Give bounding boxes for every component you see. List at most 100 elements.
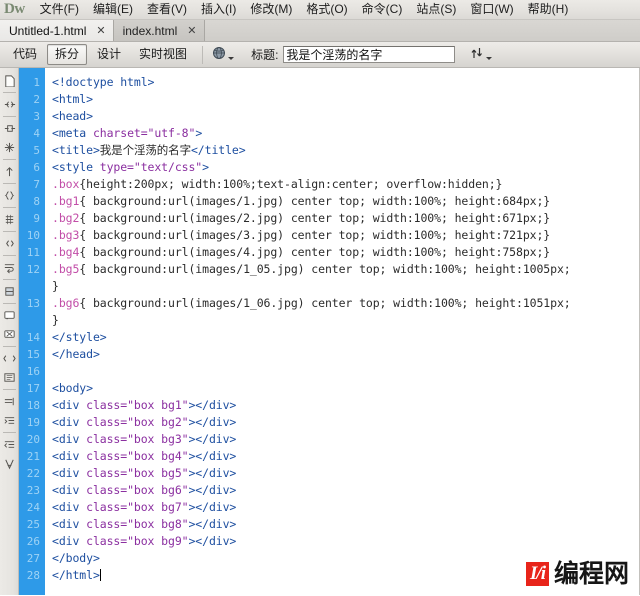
line-number: 28 bbox=[26, 569, 40, 582]
code-line[interactable]: <div class="box bg1"></div> bbox=[45, 397, 639, 414]
code-line[interactable] bbox=[45, 363, 639, 380]
code-token: .bg3 bbox=[52, 228, 80, 242]
code-line[interactable]: <div class="box bg3"></div> bbox=[45, 431, 639, 448]
code-line[interactable]: <head> bbox=[45, 108, 639, 125]
code-line[interactable]: .bg4{ background:url(images/4.jpg) cente… bbox=[45, 244, 639, 261]
code-token: class="box bg8" bbox=[86, 517, 189, 531]
menu-commands[interactable]: 命令(C) bbox=[355, 0, 410, 19]
code-line[interactable]: .bg1{ background:url(images/1.jpg) cente… bbox=[45, 193, 639, 210]
chevron-down-icon bbox=[486, 57, 493, 60]
menu-file[interactable]: 文件(F) bbox=[33, 0, 86, 19]
text-cursor bbox=[99, 569, 101, 581]
code-line[interactable]: .bg5{ background:url(images/1_05.jpg) ce… bbox=[45, 261, 639, 278]
highlight-invalid-code-icon[interactable] bbox=[1, 234, 18, 253]
code-token: .bg6 bbox=[52, 296, 80, 310]
expand-all-icon[interactable] bbox=[1, 138, 18, 157]
code-token: <div bbox=[52, 483, 87, 497]
code-token: <div bbox=[52, 432, 87, 446]
document-toolbar: 代码 拆分 设计 实时视图 标题: bbox=[0, 42, 640, 68]
menu-insert[interactable]: 插入(I) bbox=[194, 0, 243, 19]
line-number: 2 bbox=[33, 93, 40, 106]
code-token: > bbox=[195, 126, 203, 140]
code-line[interactable]: <meta charset="utf-8"> bbox=[45, 125, 639, 142]
code-line[interactable]: <!doctype html> bbox=[45, 74, 639, 91]
view-mode-button[interactable]: 代码 bbox=[5, 44, 45, 65]
open-documents-icon[interactable] bbox=[1, 71, 18, 90]
code-token: <head> bbox=[52, 109, 93, 123]
code-token: class="box bg7" bbox=[86, 500, 189, 514]
code-token: <meta bbox=[52, 126, 93, 140]
code-line[interactable]: } bbox=[45, 312, 639, 329]
menu-window[interactable]: 窗口(W) bbox=[463, 0, 520, 19]
line-number: 8 bbox=[33, 195, 40, 208]
line-number: 6 bbox=[33, 161, 40, 174]
line-number bbox=[19, 312, 44, 329]
code-line[interactable]: <div class="box bg5"></div> bbox=[45, 465, 639, 482]
close-icon[interactable]: ✕ bbox=[187, 25, 196, 36]
code-token: ></div> bbox=[188, 534, 237, 548]
rail-separator bbox=[2, 255, 16, 256]
up-down-arrows-icon bbox=[470, 46, 484, 63]
menu-edit[interactable]: 编辑(E) bbox=[86, 0, 140, 19]
code-line[interactable]: <body> bbox=[45, 380, 639, 397]
code-line[interactable]: } bbox=[45, 278, 639, 295]
view-mode-button[interactable]: 实时视图 bbox=[131, 44, 195, 65]
line-number-gutter[interactable]: 1 2 3 4 5 6 7 8 9 10 11 12 13 14 15 16 17 18 19 20 21 22 23 2… bbox=[19, 68, 45, 595]
document-tab[interactable]: index.html ✕ bbox=[113, 20, 205, 41]
code-line[interactable]: <div class="box bg6"></div> bbox=[45, 482, 639, 499]
code-token: { background:url(images/4.jpg) center to… bbox=[79, 245, 551, 259]
rail-separator bbox=[2, 116, 16, 117]
code-line[interactable]: <div class="box bg4"></div> bbox=[45, 448, 639, 465]
document-tab[interactable]: Untitled-1.html ✕ bbox=[0, 20, 114, 41]
select-parent-tag-icon[interactable] bbox=[1, 162, 18, 181]
code-token: class="box bg4" bbox=[86, 449, 189, 463]
code-line[interactable]: <div class="box bg8"></div> bbox=[45, 516, 639, 533]
balance-braces-icon[interactable] bbox=[1, 186, 18, 205]
menu-view[interactable]: 查看(V) bbox=[140, 0, 194, 19]
wrap-tag-icon[interactable] bbox=[1, 349, 18, 368]
code-token: { background:url(images/3.jpg) center to… bbox=[79, 228, 551, 242]
rail-separator bbox=[2, 92, 16, 93]
outdent-code-icon[interactable] bbox=[1, 435, 18, 454]
code-line[interactable]: .box{height:200px; width:100%;text-align… bbox=[45, 176, 639, 193]
code-line[interactable]: <title>我是个淫荡的名字</title> bbox=[45, 142, 639, 159]
view-mode-button[interactable]: 设计 bbox=[89, 44, 129, 65]
menu-format[interactable]: 格式(O) bbox=[299, 0, 354, 19]
code-line[interactable]: .bg6{ background:url(images/1_06.jpg) ce… bbox=[45, 295, 639, 312]
code-view[interactable]: I/i 编程网 <!doctype html> <html> <head> <meta… bbox=[45, 68, 640, 595]
code-line[interactable]: <div class="box bg2"></div> bbox=[45, 414, 639, 431]
preview-in-browser-button[interactable] bbox=[209, 45, 237, 64]
chevron-down-icon bbox=[228, 57, 235, 60]
remove-comment-icon[interactable] bbox=[1, 325, 18, 344]
indent-code-icon[interactable] bbox=[1, 411, 18, 430]
syntax-color-icon[interactable] bbox=[1, 282, 18, 301]
collapse-selection-icon[interactable] bbox=[1, 119, 18, 138]
menu-modify[interactable]: 修改(M) bbox=[243, 0, 299, 19]
code-line[interactable]: .bg3{ background:url(images/3.jpg) cente… bbox=[45, 227, 639, 244]
file-management-button[interactable] bbox=[467, 45, 495, 64]
page-title-input[interactable] bbox=[283, 46, 456, 63]
move-or-convert-css-icon[interactable] bbox=[1, 392, 18, 411]
code-line[interactable]: <div class="box bg9"></div> bbox=[45, 533, 639, 550]
collapse-full-tag-icon[interactable] bbox=[1, 95, 18, 114]
word-wrap-icon[interactable] bbox=[1, 258, 18, 277]
recent-snippets-icon[interactable] bbox=[1, 368, 18, 387]
code-token: <div bbox=[52, 398, 87, 412]
code-token: { background:url(images/2.jpg) center to… bbox=[79, 211, 551, 225]
line-numbers-icon[interactable] bbox=[1, 210, 18, 229]
code-line[interactable]: <html> bbox=[45, 91, 639, 108]
format-source-code-icon[interactable] bbox=[1, 454, 18, 473]
code-token: .bg5 bbox=[52, 262, 80, 276]
apply-comment-icon[interactable] bbox=[1, 306, 18, 325]
code-line[interactable]: <style type="text/css"> bbox=[45, 159, 639, 176]
code-token: } bbox=[52, 279, 59, 293]
menu-help[interactable]: 帮助(H) bbox=[521, 0, 576, 19]
menu-site[interactable]: 站点(S) bbox=[409, 0, 463, 19]
code-line[interactable]: .bg2{ background:url(images/2.jpg) cente… bbox=[45, 210, 639, 227]
view-mode-button[interactable]: 拆分 bbox=[47, 44, 88, 65]
code-token: <div bbox=[52, 466, 87, 480]
code-line[interactable]: <div class="box bg7"></div> bbox=[45, 499, 639, 516]
code-line[interactable]: </style> bbox=[45, 329, 639, 346]
close-icon[interactable]: ✕ bbox=[96, 25, 105, 36]
code-line[interactable]: </head> bbox=[45, 346, 639, 363]
